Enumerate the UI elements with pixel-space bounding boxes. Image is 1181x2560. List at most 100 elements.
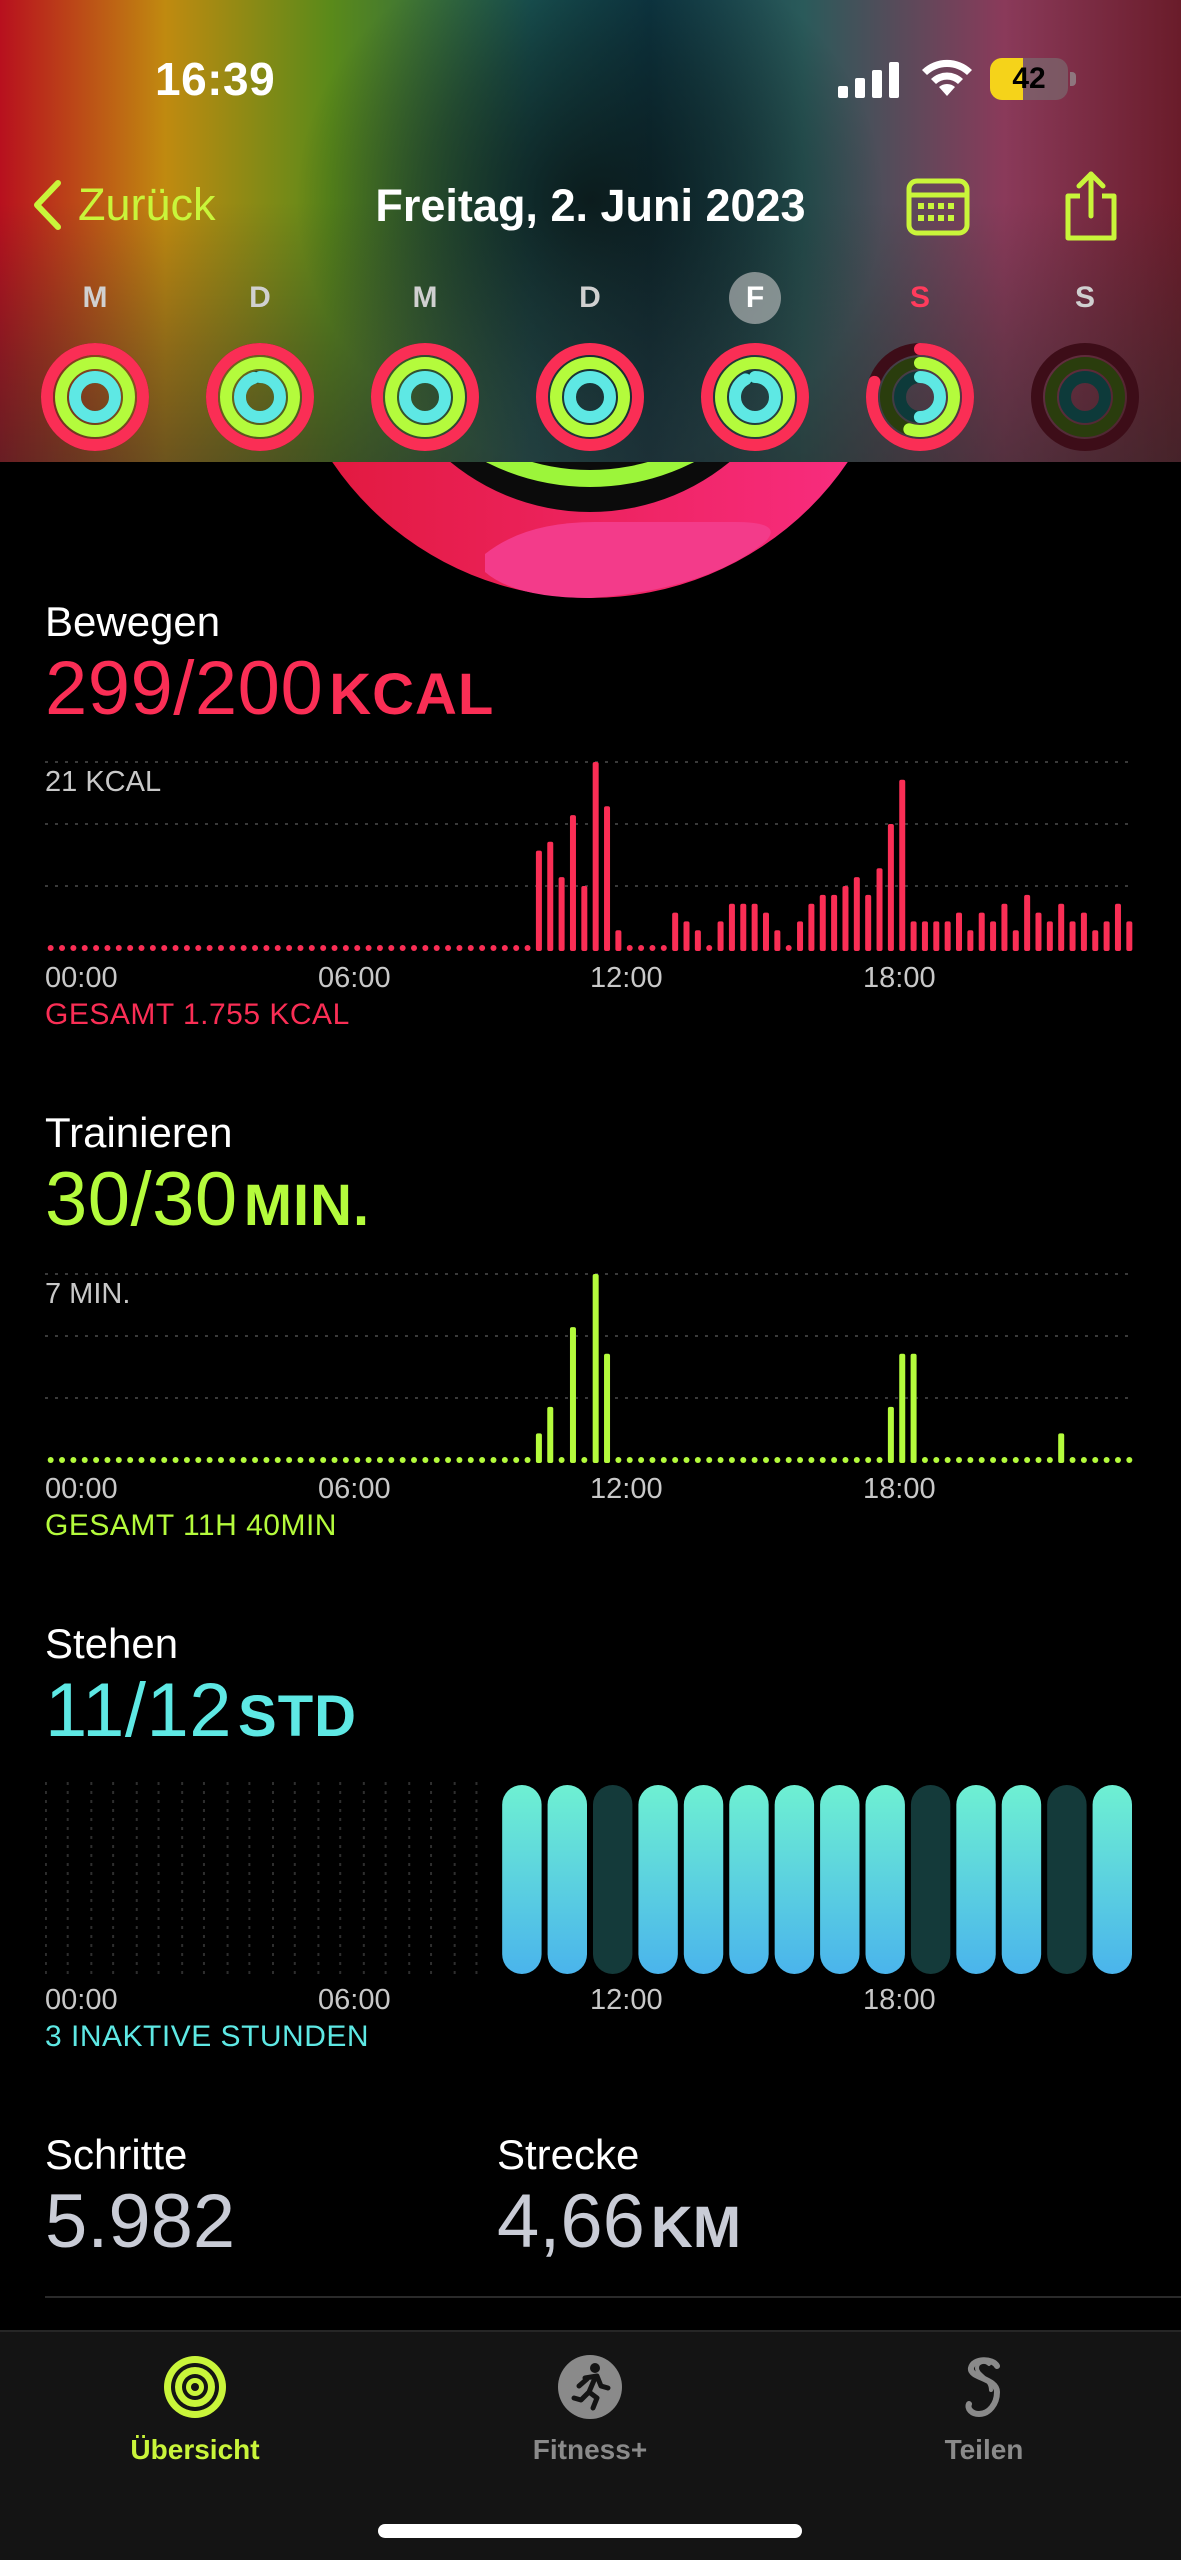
exercise-chart-baseline-dot bbox=[921, 1457, 928, 1463]
exercise-chart-baseline-dot bbox=[308, 1457, 315, 1463]
move-total: GESAMT 1.755 KCAL bbox=[45, 998, 350, 1031]
move-chart-baseline-dot bbox=[411, 945, 418, 951]
move-chart-baseline-dot bbox=[376, 945, 383, 951]
exercise-chart-baseline-dot bbox=[513, 1457, 520, 1463]
move-chart bbox=[45, 761, 1135, 951]
exercise-chart-baseline-dot bbox=[217, 1457, 224, 1463]
exercise-chart-baseline-dot bbox=[785, 1457, 792, 1463]
battery-icon: 42 bbox=[990, 58, 1076, 100]
exercise-chart-baseline-dot bbox=[115, 1457, 122, 1463]
exercise-chart-baseline-dot bbox=[626, 1457, 633, 1463]
move-chart-baseline-dot bbox=[706, 945, 713, 951]
stand-chart-bar-inactive bbox=[1047, 1785, 1087, 1974]
stand-unit: STD bbox=[238, 1684, 358, 1749]
exercise-chart-baseline-dot bbox=[195, 1457, 202, 1463]
move-chart-baseline-dot bbox=[274, 945, 281, 951]
exercise-chart-baseline-dot bbox=[229, 1457, 236, 1463]
stand-chart-bar-active bbox=[820, 1785, 860, 1974]
move-chart-baseline-dot bbox=[286, 945, 293, 951]
move-chart-baseline-dot bbox=[240, 945, 247, 951]
move-chart-baseline-dot bbox=[70, 945, 77, 951]
calendar-icon[interactable] bbox=[906, 178, 970, 236]
exercise-chart-baseline-dot bbox=[342, 1457, 349, 1463]
tab-fitness-plus[interactable]: Fitness+ bbox=[470, 2352, 710, 2466]
stand-chart-bar-active bbox=[865, 1785, 905, 1974]
exercise-chart-baseline-dot bbox=[1035, 1457, 1042, 1463]
move-chart-bar bbox=[1024, 894, 1031, 951]
exercise-metric: 30/30 MIN. bbox=[45, 1156, 370, 1243]
exercise-chart-baseline-dot bbox=[172, 1457, 179, 1463]
stand-chart-bar-active bbox=[502, 1785, 542, 1974]
exercise-chart-bar bbox=[592, 1274, 599, 1463]
move-chart-baseline-dot bbox=[490, 945, 497, 951]
stand-chart-bar-inactive bbox=[593, 1785, 633, 1974]
move-chart-baseline-dot bbox=[479, 945, 486, 951]
week-day[interactable]: F bbox=[700, 272, 810, 452]
week-day[interactable]: M bbox=[40, 272, 150, 452]
exercise-chart-baseline-dot bbox=[933, 1457, 940, 1463]
exercise-chart-baseline-dot bbox=[127, 1457, 134, 1463]
move-chart-baseline-dot bbox=[127, 945, 134, 951]
stand-chart-bar-active bbox=[1092, 1785, 1132, 1974]
move-chart-bar bbox=[751, 903, 758, 951]
week-day[interactable]: S bbox=[1030, 272, 1140, 452]
move-chart-baseline-dot bbox=[626, 945, 633, 951]
exercise-chart-baseline-dot bbox=[694, 1457, 701, 1463]
move-chart-bar bbox=[1069, 921, 1076, 951]
exercise-chart-baseline-dot bbox=[445, 1457, 452, 1463]
exercise-chart-baseline-dot bbox=[81, 1457, 88, 1463]
move-chart-bar bbox=[717, 921, 724, 951]
week-day-letter: S bbox=[909, 281, 930, 314]
stand-title: Stehen bbox=[45, 1620, 179, 1667]
week-day-letter: D bbox=[579, 281, 601, 314]
exercise-chart-bar bbox=[547, 1406, 554, 1463]
move-chart-bar bbox=[558, 877, 565, 951]
stand-metric: 11/12 STD bbox=[45, 1667, 357, 1754]
steps-value: 5.982 bbox=[45, 2179, 236, 2264]
exercise-chart-baseline-dot bbox=[1080, 1457, 1087, 1463]
exercise-chart-baseline-dot bbox=[433, 1457, 440, 1463]
page-title: Freitag, 2. Juni 2023 bbox=[375, 180, 806, 231]
exercise-chart-baseline-dot bbox=[1001, 1457, 1008, 1463]
week-day[interactable]: M bbox=[370, 272, 480, 452]
distance-title: Strecke bbox=[497, 2131, 640, 2178]
move-chart-bar bbox=[592, 762, 599, 951]
week-day[interactable]: S bbox=[865, 272, 975, 452]
week-day[interactable]: D bbox=[535, 272, 645, 452]
tab-sharing[interactable]: Teilen bbox=[864, 2352, 1104, 2466]
exercise-chart-baseline-dot bbox=[717, 1457, 724, 1463]
divider bbox=[45, 2296, 1181, 2298]
move-chart-bar bbox=[1058, 903, 1065, 951]
move-chart-baseline-dot bbox=[785, 945, 792, 951]
move-chart-bar bbox=[956, 912, 963, 951]
move-chart-baseline-dot bbox=[104, 945, 111, 951]
stand-chart-bar-inactive bbox=[910, 1785, 951, 1974]
week-strip: MDMDFSS bbox=[0, 272, 1181, 452]
move-chart-baseline-dot bbox=[456, 945, 463, 951]
runner-icon bbox=[558, 2355, 622, 2419]
exercise-chart-baseline-dot bbox=[274, 1457, 281, 1463]
move-chart-baseline-dot bbox=[172, 945, 179, 951]
move-chart-bar bbox=[876, 868, 883, 951]
exercise-chart-baseline-dot bbox=[240, 1457, 247, 1463]
move-chart-baseline-dot bbox=[399, 945, 406, 951]
exercise-total: GESAMT 11H 40MIN bbox=[45, 1509, 337, 1542]
move-unit: KCAL bbox=[329, 662, 495, 727]
week-day[interactable]: D bbox=[205, 272, 315, 452]
exercise-chart-baseline-dot bbox=[728, 1457, 735, 1463]
exercise-chart-baseline-dot bbox=[672, 1457, 679, 1463]
exercise-chart-baseline-dot bbox=[70, 1457, 77, 1463]
exercise-chart-baseline-dot bbox=[286, 1457, 293, 1463]
share-icon[interactable] bbox=[1062, 170, 1120, 242]
exercise-chart-baseline-dot bbox=[797, 1457, 804, 1463]
move-chart-bar bbox=[569, 815, 576, 951]
exercise-chart-baseline-dot bbox=[1092, 1457, 1099, 1463]
stand-chart-bar-active bbox=[547, 1785, 587, 1974]
move-chart-bar bbox=[672, 912, 679, 951]
tab-overview[interactable]: Übersicht bbox=[75, 2352, 315, 2466]
exercise-chart-bar bbox=[1058, 1433, 1065, 1463]
activity-ring bbox=[536, 343, 644, 451]
move-chart-bar bbox=[581, 886, 588, 951]
move-chart-baseline-dot bbox=[365, 945, 372, 951]
exercise-chart-bar bbox=[569, 1327, 576, 1463]
